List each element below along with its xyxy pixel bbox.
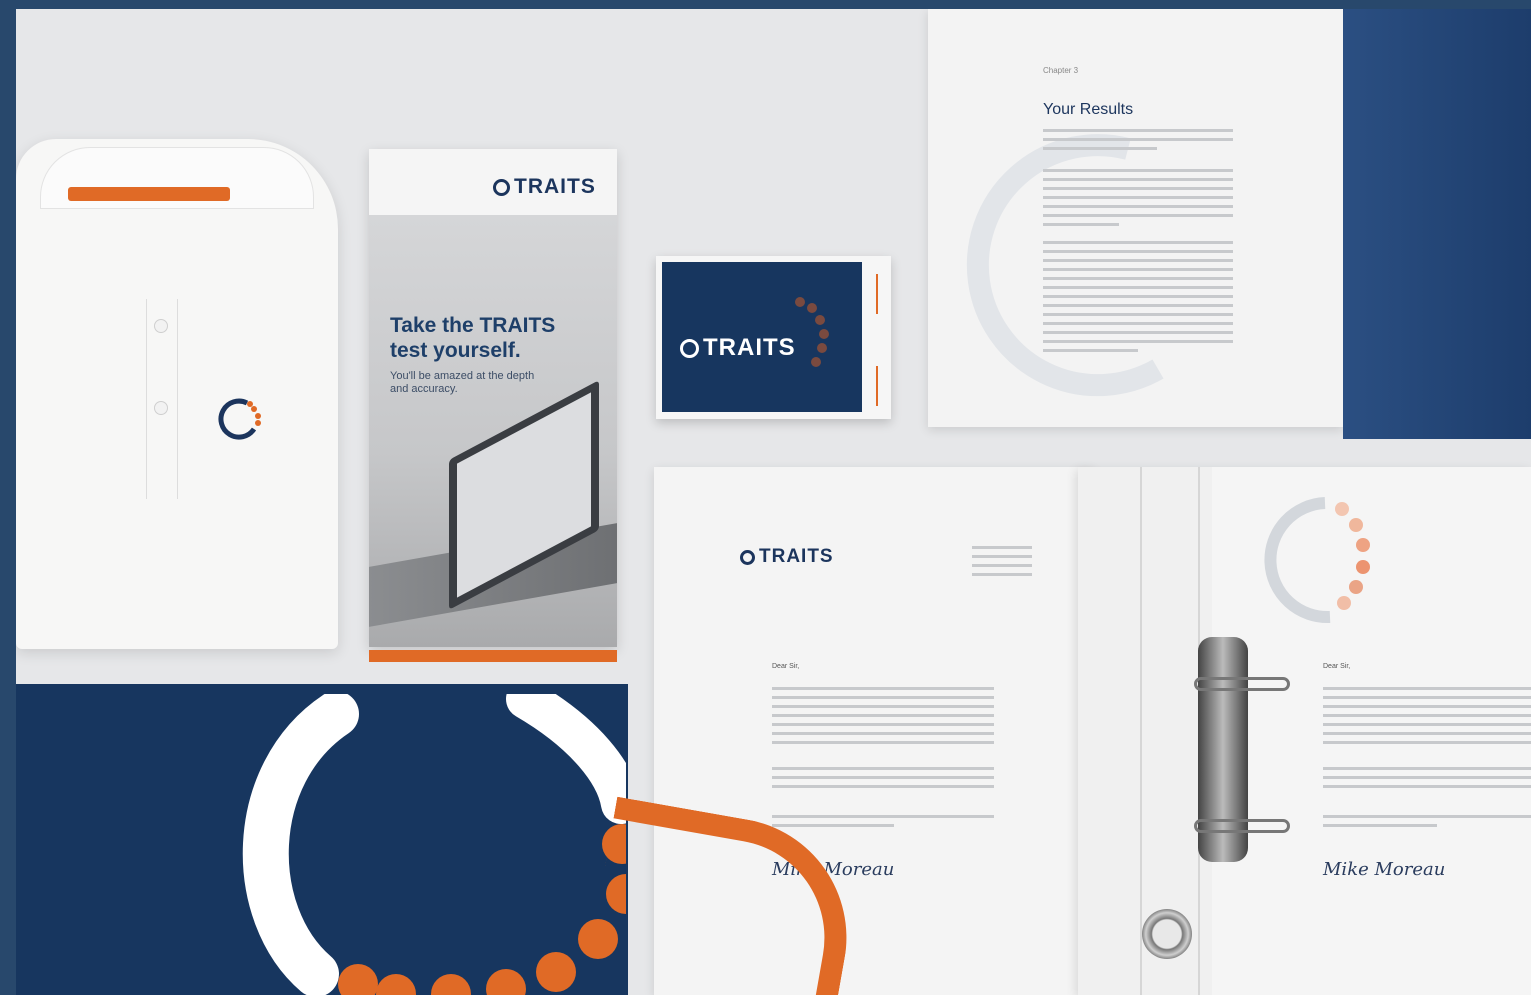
letter-body	[1323, 687, 1531, 750]
apron	[16, 684, 628, 995]
logo-ring-icon	[740, 549, 755, 565]
book-body-text	[1043, 129, 1233, 156]
logo-ring-icon	[493, 178, 510, 196]
book-body-text	[1043, 169, 1233, 232]
binder-ring-arm	[1194, 819, 1290, 833]
card-dots-icon	[795, 297, 829, 367]
letter-greeting: Dear Sir,	[1323, 663, 1351, 670]
subtext-line: You'll be amazed at the depth	[390, 370, 535, 382]
book-cover	[1343, 9, 1531, 439]
brand-mockup-scene: TRAITS Take the TRAITS test yourself. Yo…	[16, 9, 1531, 995]
book-body-text	[1043, 241, 1233, 358]
card-side-rule	[876, 366, 878, 406]
headline-line: test yourself.	[390, 339, 521, 362]
logo-text: TRAITS	[514, 175, 596, 198]
chapter-label: Chapter 3	[1043, 66, 1079, 75]
letter-body	[1323, 815, 1531, 833]
brochure: TRAITS Take the TRAITS test yourself. Yo…	[369, 149, 617, 662]
card-side-rule	[876, 274, 878, 314]
subtext-line: and accuracy.	[390, 383, 458, 395]
letter-body	[1323, 767, 1531, 794]
brochure-logo: TRAITS	[493, 175, 596, 199]
polo-button	[154, 319, 168, 333]
folder-fold-line	[1140, 467, 1142, 995]
letterhead-page: Dear Sir, Mike Moreau	[1212, 467, 1531, 995]
brochure-headline: Take the TRAITS test yourself.	[390, 313, 555, 363]
letter-body	[772, 767, 994, 794]
open-book: Chapter 3 Your Results	[928, 9, 1531, 439]
brochure-subtext: You'll be amazed at the depth and accura…	[390, 370, 534, 396]
letter-signature: Mike Moreau	[1323, 859, 1446, 880]
collar-orange-stripe	[68, 187, 230, 201]
polo-button	[154, 401, 168, 415]
binder-ring-arm	[1194, 677, 1290, 691]
letter-greeting: Dear Sir,	[772, 663, 800, 670]
book-page: Chapter 3 Your Results	[928, 9, 1343, 427]
polo-shirt	[16, 139, 338, 649]
business-card: TRAITS	[656, 256, 891, 419]
business-card-face: TRAITS	[662, 262, 862, 412]
logo-text: TRAITS	[759, 546, 834, 567]
letter-body	[772, 815, 994, 833]
brochure-photo: Take the TRAITS test yourself. You'll be…	[369, 215, 617, 662]
book-title: Your Results	[1043, 101, 1134, 118]
watermark-ring-icon	[1264, 497, 1370, 624]
logo-ring-icon	[680, 338, 699, 358]
apron-brand-mark-icon	[242, 694, 626, 995]
letter-body	[772, 687, 994, 750]
card-logo: TRAITS	[680, 334, 796, 362]
folder-grommet-icon	[1142, 909, 1192, 959]
brand-mark-icon	[218, 398, 261, 440]
brochure-orange-bar	[369, 650, 617, 662]
headline-line: Take the TRAITS	[390, 314, 556, 337]
letterhead-address	[972, 546, 1032, 582]
letterhead-logo: TRAITS	[740, 546, 834, 568]
